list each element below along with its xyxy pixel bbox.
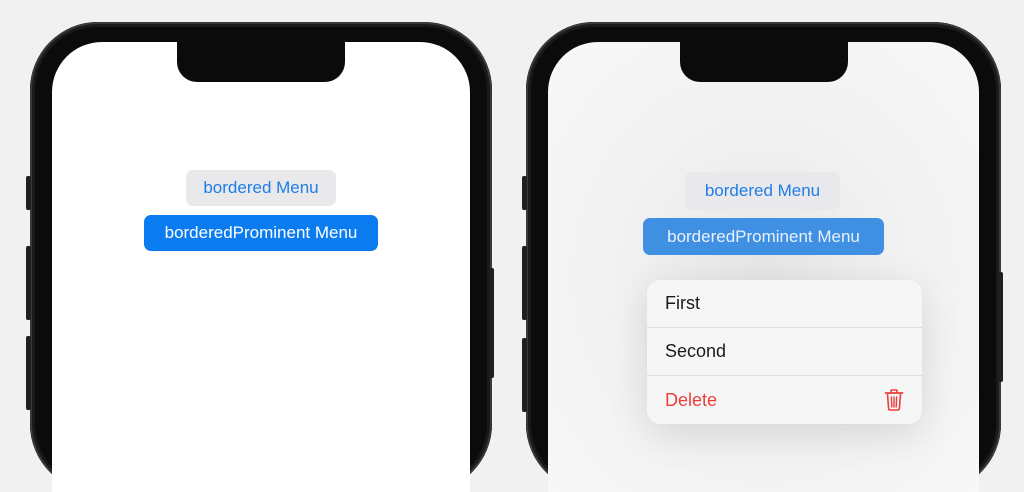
power-button [998, 272, 1003, 382]
volume-down-button [522, 338, 527, 412]
phone-frame-right: bordered Menu borderedProminent Menu Fir… [526, 22, 1001, 492]
bordered-menu-button[interactable]: bordered Menu [685, 172, 840, 210]
action-button [26, 176, 31, 210]
phone-frame-left: bordered Menu borderedProminent Menu [30, 22, 492, 492]
bordered-menu-button[interactable]: bordered Menu [186, 170, 336, 206]
volume-down-button [26, 336, 31, 410]
action-button [522, 176, 527, 210]
notch [177, 42, 345, 82]
menu-item-label: First [665, 293, 700, 314]
menu-item-label: Delete [665, 390, 717, 411]
menu-item-delete[interactable]: Delete [647, 376, 922, 424]
trash-icon [884, 389, 904, 411]
notch [680, 42, 848, 82]
volume-up-button [522, 246, 527, 320]
bordered-prominent-menu-button[interactable]: borderedProminent Menu [643, 218, 884, 255]
bordered-prominent-menu-button[interactable]: borderedProminent Menu [144, 215, 378, 251]
volume-up-button [26, 246, 31, 320]
context-menu: First Second Delete [647, 280, 922, 424]
power-button [489, 268, 494, 378]
menu-item-label: Second [665, 341, 726, 362]
menu-item-first[interactable]: First [647, 280, 922, 328]
screen-right: bordered Menu borderedProminent Menu Fir… [548, 42, 979, 492]
menu-item-second[interactable]: Second [647, 328, 922, 376]
screen-left: bordered Menu borderedProminent Menu [52, 42, 470, 492]
